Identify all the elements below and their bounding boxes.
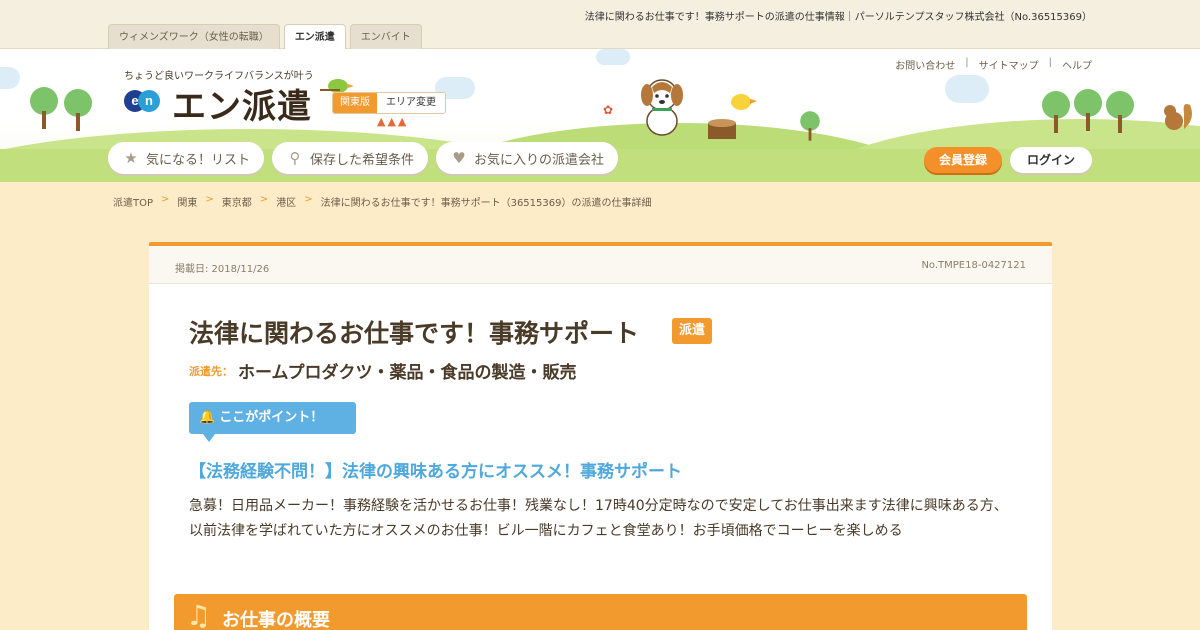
section-title: お仕事の概要 bbox=[222, 610, 330, 630]
breadcrumb-item[interactable]: 東京都 bbox=[222, 194, 252, 209]
company-label: 派遣先： bbox=[189, 365, 233, 378]
tree-illustration bbox=[30, 87, 58, 129]
breadcrumb: 派遣TOP > 関東 > 東京都 > 港区 > 法律に関わるお仕事です！事務サポ… bbox=[113, 194, 651, 209]
cloud-illustration bbox=[945, 75, 989, 103]
site-tabs: ウィメンズワーク（女性の転職） エン派遣 エンバイト bbox=[108, 24, 422, 50]
point-tag: 🔔 ここがポイント！ bbox=[189, 402, 356, 442]
breadcrumb-item[interactable]: 関東 bbox=[177, 194, 197, 209]
breadcrumb-separator: > bbox=[259, 194, 269, 205]
job-meta: 掲載日: 2018/11/26 No.TMPE18-0427121 bbox=[149, 246, 1052, 284]
nav-watchlist-label: 気になる！リスト bbox=[146, 152, 251, 168]
nav-watchlist-button[interactable]: ★ 気になる！リスト bbox=[108, 142, 265, 174]
site-logo[interactable]: エン派遣 bbox=[172, 79, 312, 128]
mushroom-illustration: ▲▲▲ bbox=[377, 115, 409, 128]
bell-icon: 🔔 bbox=[199, 410, 216, 425]
posted-date: 掲載日: 2018/11/26 bbox=[175, 264, 270, 275]
nav-favorite-agencies-button[interactable]: ♥ お気に入りの派遣会社 bbox=[436, 142, 619, 174]
top-bar: ウィメンズワーク（女性の転職） エン派遣 エンバイト 法律に関わるお仕事です！事… bbox=[0, 0, 1200, 50]
main-nav: ★ 気になる！リスト ⚲ 保存した希望条件 ♥ お気に入りの派遣会社 bbox=[108, 142, 619, 174]
job-detail-card: 掲載日: 2018/11/26 No.TMPE18-0427121 法律に関わる… bbox=[149, 242, 1052, 630]
register-button[interactable]: 会員登録 bbox=[923, 147, 1002, 173]
breadcrumb-separator: > bbox=[205, 194, 214, 205]
breadcrumb-item[interactable]: 派遣TOP bbox=[113, 194, 153, 209]
util-separator: | bbox=[1048, 57, 1052, 68]
help-link[interactable]: ヘルプ bbox=[1062, 57, 1092, 72]
util-separator: | bbox=[965, 57, 969, 68]
flower-illustration: ✿ bbox=[603, 103, 614, 117]
cloud-illustration bbox=[0, 67, 20, 89]
nav-saved-conditions-label: 保存した希望条件 bbox=[310, 152, 415, 168]
region-current: 関東版 bbox=[333, 93, 377, 113]
breadcrumb-item[interactable]: 港区 bbox=[276, 194, 296, 209]
job-description: 急募！日用品メーカー！事務経験を活かせるお仕事！残業なし！17時40分定時なので… bbox=[189, 498, 1008, 539]
breadcrumb-separator: > bbox=[304, 194, 313, 205]
login-button[interactable]: ログイン bbox=[1009, 147, 1092, 173]
sitemap-link[interactable]: サイトマップ bbox=[979, 57, 1039, 72]
region-selector: 関東版 エリア変更 bbox=[332, 92, 446, 114]
search-icon: ⚲ bbox=[289, 149, 301, 167]
employment-type-badge: 派遣 bbox=[672, 318, 713, 344]
breadcrumb-separator: > bbox=[161, 194, 170, 205]
tree-illustration bbox=[64, 89, 92, 131]
company-name: ホームプロダクツ・薬品・食品の製造・販売 bbox=[238, 363, 577, 383]
star-icon: ★ bbox=[124, 149, 138, 167]
tree-illustration bbox=[1042, 91, 1070, 133]
squirrel-illustration bbox=[1164, 104, 1192, 130]
utility-links: お問い合わせ | サイトマップ | ヘルプ bbox=[895, 57, 1092, 72]
nav-favorite-agencies-label: お気に入りの派遣会社 bbox=[474, 152, 605, 168]
site-tab-en-baito[interactable]: エンバイト bbox=[349, 24, 422, 49]
dog-illustration bbox=[641, 79, 683, 136]
job-number: No.TMPE18-0427121 bbox=[921, 260, 1026, 271]
tree-illustration bbox=[800, 111, 820, 141]
music-note-icon: ♫ bbox=[186, 599, 212, 630]
heart-icon: ♥ bbox=[452, 149, 466, 167]
tree-illustration bbox=[1074, 89, 1102, 131]
nav-saved-conditions-button[interactable]: ⚲ 保存した希望条件 bbox=[272, 142, 429, 174]
contact-link[interactable]: お問い合わせ bbox=[895, 57, 955, 72]
tree-illustration bbox=[1106, 91, 1134, 133]
section-header-job-overview: ♫ お仕事の概要 bbox=[174, 594, 1027, 630]
auth-buttons: 会員登録 ログイン bbox=[923, 147, 1092, 173]
job-catchphrase: 【法務経験不問！】法律の興味ある方にオススメ！事務サポート bbox=[189, 462, 682, 482]
stump-illustration bbox=[708, 119, 736, 139]
cloud-illustration bbox=[596, 49, 630, 65]
bird-illustration bbox=[731, 94, 757, 110]
region-change-button[interactable]: エリア変更 bbox=[377, 93, 445, 113]
site-tab-womens-work[interactable]: ウィメンズワーク（女性の転職） bbox=[108, 24, 280, 49]
logo-mark-n: n bbox=[138, 90, 160, 112]
point-label: ここがポイント！ bbox=[219, 410, 324, 425]
en-logo-icon[interactable]: e n bbox=[124, 90, 160, 112]
job-title: 法律に関わるお仕事です！事務サポート bbox=[189, 319, 640, 348]
site-tab-en-haken[interactable]: エン派遣 bbox=[283, 24, 346, 50]
site-header: ▲▲▲ ✿ ちょうど良いワークライフバランスが叶う e n エン派遣 関東版 エ… bbox=[0, 49, 1200, 182]
breadcrumb-current: 法律に関わるお仕事です！事務サポート（36515369）の派遣の仕事詳細 bbox=[320, 198, 652, 209]
page-heading: 法律に関わるお仕事です！事務サポートの派遣の仕事情報｜パーソルテンプスタッフ株式… bbox=[584, 12, 1092, 23]
